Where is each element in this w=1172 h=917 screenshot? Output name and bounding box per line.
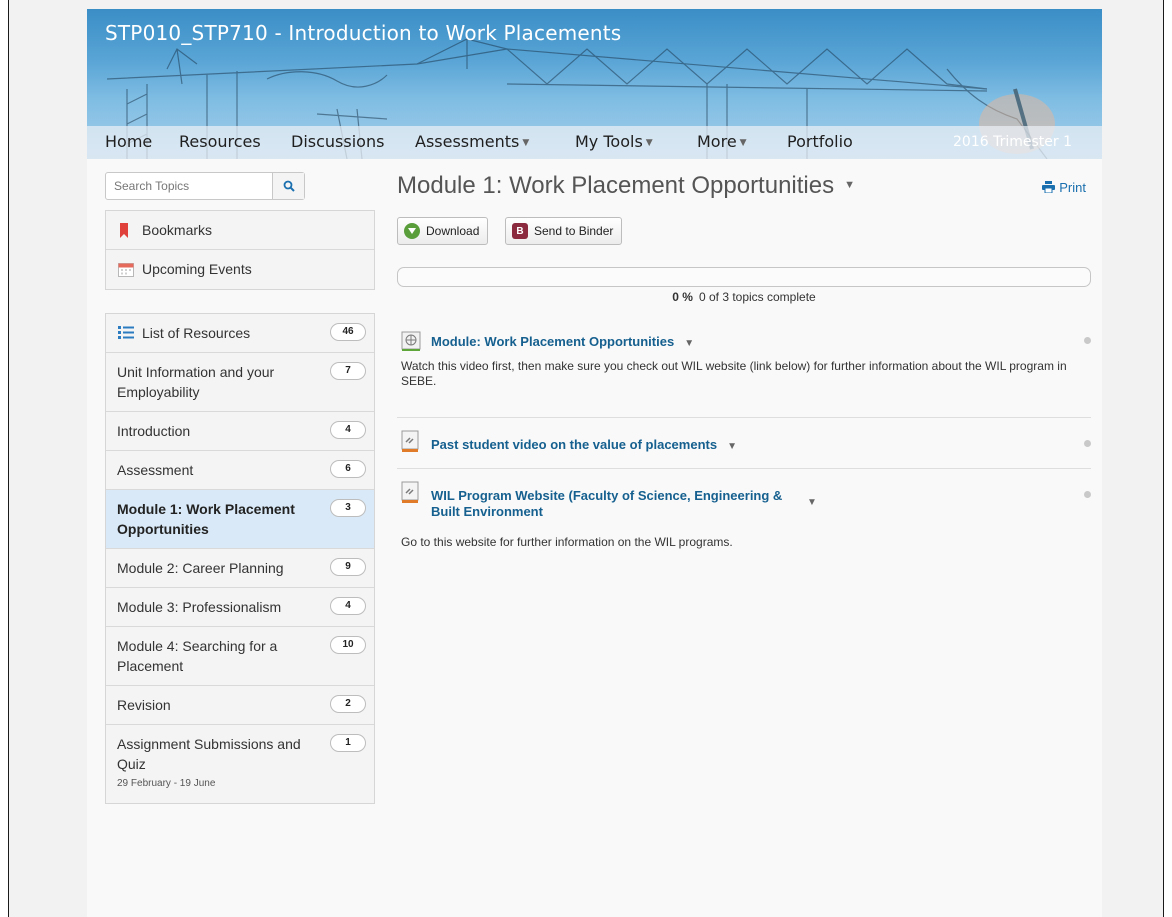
module-label: Introduction: [117, 423, 191, 439]
print-link[interactable]: Print: [1042, 180, 1086, 195]
download-icon: [404, 223, 420, 239]
quick-links: Bookmarks Upcoming Events: [105, 210, 375, 290]
nav-more[interactable]: More ▼: [697, 132, 747, 151]
topic-link[interactable]: WIL Program Website (Faculty of Science,…: [431, 488, 801, 520]
count-badge: 10: [330, 636, 366, 654]
count-badge: 4: [330, 421, 366, 439]
printer-icon: [1042, 181, 1056, 194]
search-input[interactable]: [106, 173, 272, 199]
topic-item: WIL Program Website (Faculty of Science,…: [397, 481, 1091, 551]
module-label: Module 1: Work Placement Opportunities: [117, 501, 295, 537]
page: STP010_STP710 - Introduction to Work Pla…: [87, 9, 1102, 917]
module-date-range: 29 February - 19 June: [117, 778, 216, 789]
nav-my-tools[interactable]: My Tools ▼: [575, 132, 653, 151]
completion-dot: [1084, 337, 1091, 344]
send-to-binder-button[interactable]: B Send to Binder: [505, 217, 623, 245]
course-banner: STP010_STP710 - Introduction to Work Pla…: [87, 9, 1102, 159]
binder-icon: B: [512, 223, 528, 239]
bookmark-icon: [120, 223, 128, 238]
chevron-down-icon[interactable]: ▼: [727, 441, 737, 452]
web-page-icon: [401, 331, 421, 351]
bookmarks-label: Bookmarks: [142, 222, 213, 238]
search-button[interactable]: [272, 173, 304, 199]
module-introduction[interactable]: Introduction 4: [106, 412, 374, 451]
topic-description: Watch this video first, then make sure y…: [401, 359, 1067, 388]
module-assessment[interactable]: Assessment 6: [106, 451, 374, 490]
module-label: Module 2: Career Planning: [117, 560, 284, 576]
course-navbar: Home Resources Discussions Assessments ▼ …: [87, 126, 1102, 159]
progress-percent: 0 %: [672, 290, 693, 304]
count-badge: 2: [330, 695, 366, 713]
module-label: Revision: [117, 697, 171, 713]
chevron-down-icon: ▼: [522, 138, 530, 148]
topic-link[interactable]: Past student video on the value of place…: [431, 437, 737, 455]
divider: [397, 417, 1091, 418]
count-badge: 6: [330, 460, 366, 478]
module-label: Module 3: Professionalism: [117, 599, 282, 615]
count-badge: 9: [330, 558, 366, 576]
term-label: 2016 Trimester 1: [953, 134, 1072, 150]
search-topics: [105, 172, 305, 200]
divider: [397, 468, 1091, 469]
link-icon: [401, 430, 419, 452]
topic-link[interactable]: Module: Work Placement Opportunities ▼: [431, 334, 694, 352]
module-label: Module 4: Searching for a Placement: [117, 638, 278, 674]
count-badge: 3: [330, 499, 366, 517]
module-label: Assessment: [117, 462, 194, 478]
completion-dot: [1084, 440, 1091, 447]
topic-description: Go to this website for further informati…: [401, 535, 733, 549]
upcoming-events-label: Upcoming Events: [142, 261, 252, 277]
chevron-down-icon[interactable]: ▼: [807, 497, 817, 508]
module-1-work-placement[interactable]: Module 1: Work Placement Opportunities 3: [106, 490, 374, 549]
module-unit-information[interactable]: Unit Information and your Employability …: [106, 353, 374, 412]
module-3-professionalism[interactable]: Module 3: Professionalism 4: [106, 588, 374, 627]
list-icon: [118, 326, 134, 339]
nav-assessments[interactable]: Assessments ▼: [415, 132, 529, 151]
count-badge: 1: [330, 734, 366, 752]
link-icon: [401, 481, 419, 503]
module-label: Unit Information and your Employability: [117, 364, 275, 400]
chevron-down-icon[interactable]: ▼: [844, 179, 855, 191]
module-assignment-submissions[interactable]: Assignment Submissions and Quiz 29 Febru…: [106, 725, 374, 803]
course-title: STP010_STP710 - Introduction to Work Pla…: [105, 21, 622, 45]
nav-portfolio[interactable]: Portfolio: [787, 132, 853, 151]
count-badge: 7: [330, 362, 366, 380]
upcoming-events-link[interactable]: Upcoming Events: [106, 250, 374, 289]
progress-summary: 0 % 0 of 3 topics complete: [397, 290, 1091, 304]
list-of-resources[interactable]: List of Resources 46: [106, 314, 374, 353]
count-badge: 46: [330, 323, 366, 341]
chevron-down-icon[interactable]: ▼: [684, 338, 694, 349]
completion-dot: [1084, 491, 1091, 498]
search-icon: [283, 180, 295, 192]
nav-resources[interactable]: Resources: [179, 132, 261, 151]
page-title: Module 1: Work Placement Opportunities ▼: [397, 172, 855, 199]
list-of-resources-label: List of Resources: [142, 325, 251, 341]
module-2-career-planning[interactable]: Module 2: Career Planning 9: [106, 549, 374, 588]
module-4-searching-placement[interactable]: Module 4: Searching for a Placement 10: [106, 627, 374, 686]
nav-home[interactable]: Home: [105, 132, 152, 151]
topic-item: Module: Work Placement Opportunities ▼ Wa…: [397, 331, 1091, 411]
progress-text: 0 of 3 topics complete: [698, 290, 816, 304]
chevron-down-icon: ▼: [645, 138, 653, 148]
calendar-icon: [118, 263, 134, 277]
topic-item: Past student video on the value of place…: [397, 430, 1091, 460]
nav-discussions[interactable]: Discussions: [291, 132, 384, 151]
download-button[interactable]: Download: [397, 217, 489, 245]
chevron-down-icon: ▼: [739, 138, 747, 148]
module-label: Assignment Submissions and Quiz: [117, 736, 301, 772]
bookmarks-link[interactable]: Bookmarks: [106, 211, 374, 250]
count-badge: 4: [330, 597, 366, 615]
progress-bar: [397, 267, 1091, 287]
table-of-contents: List of Resources 46 Unit Information an…: [105, 313, 375, 804]
module-revision[interactable]: Revision 2: [106, 686, 374, 725]
